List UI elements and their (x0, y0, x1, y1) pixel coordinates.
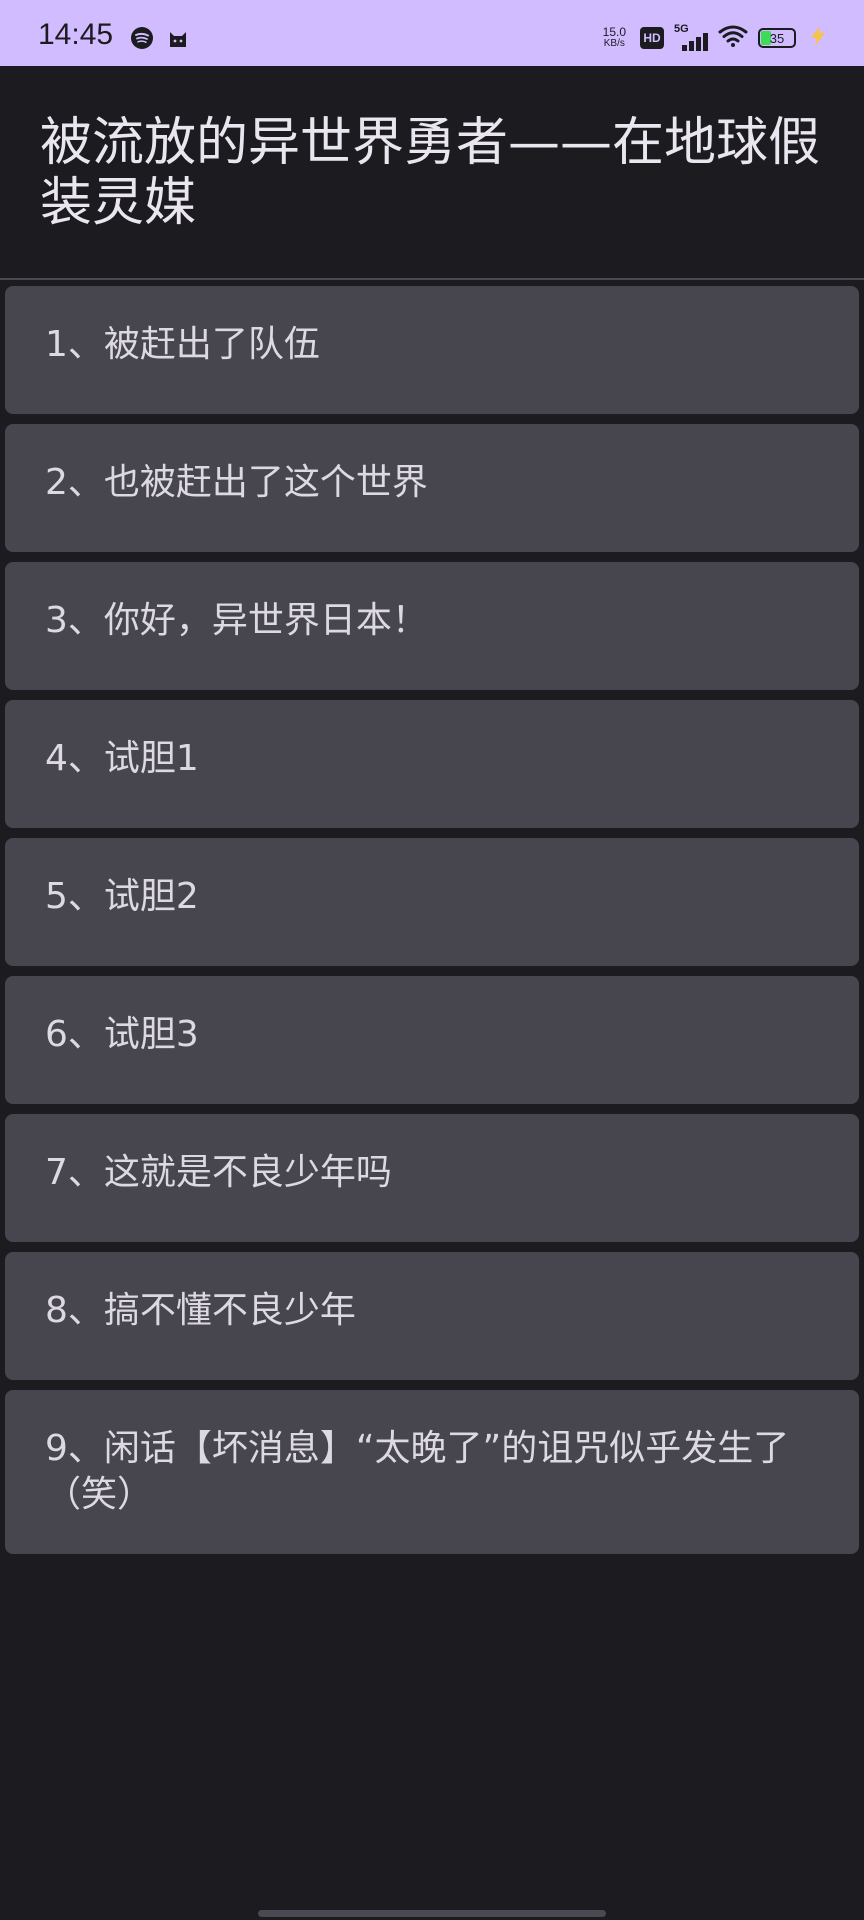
network-speed-unit: KB/s (603, 38, 625, 49)
page-title: 被流放的异世界勇者——在地球假装灵媒 (40, 113, 821, 233)
chapter-item-5[interactable]: 5、试胆2 (5, 838, 859, 966)
chapter-item-6[interactable]: 6、试胆3 (5, 976, 859, 1104)
hd-icon: HD (640, 27, 664, 49)
network-speed-value: 15.0 (602, 25, 626, 39)
signal-icon: 5G (674, 23, 708, 51)
notification-icons (130, 26, 190, 54)
battery-icon: 35 (758, 28, 796, 48)
screen: 14:45 15.0 KB/s HD 5G 35 被流放的异世界勇者——在地球假… (0, 0, 864, 1920)
status-indicators: 15.0 KB/s HD 5G 35 (603, 23, 830, 52)
chapter-item-4[interactable]: 4、试胆1 (5, 700, 859, 828)
chapter-item-2[interactable]: 2、也被赶出了这个世界 (5, 424, 859, 552)
chapter-item-8[interactable]: 8、搞不懂不良少年 (5, 1252, 859, 1380)
header-divider (0, 278, 864, 280)
cat-icon (166, 26, 190, 54)
home-indicator[interactable] (258, 1910, 606, 1917)
wifi-icon (718, 24, 748, 52)
status-time: 14:45 (38, 18, 114, 51)
chapter-item-3[interactable]: 3、你好，异世界日本！ (5, 562, 859, 690)
chapter-item-9[interactable]: 9、闲话【坏消息】“太晚了”的诅咒似乎发生了（笑） (5, 1390, 859, 1554)
status-bar: 14:45 15.0 KB/s HD 5G 35 (0, 0, 864, 66)
spotify-icon (130, 26, 154, 54)
chapter-item-1[interactable]: 1、被赶出了队伍 (5, 286, 859, 414)
chapter-item-7[interactable]: 7、这就是不良少年吗 (5, 1114, 859, 1242)
chapter-list: 1、被赶出了队伍 2、也被赶出了这个世界 3、你好，异世界日本！ 4、试胆1 5… (5, 286, 859, 1564)
network-speed: 15.0 KB/s (603, 26, 626, 50)
app-bar: 被流放的异世界勇者——在地球假装灵媒 (0, 66, 864, 278)
charging-icon (806, 24, 830, 52)
battery-level: 35 (769, 30, 785, 46)
network-type: 5G (674, 23, 689, 35)
